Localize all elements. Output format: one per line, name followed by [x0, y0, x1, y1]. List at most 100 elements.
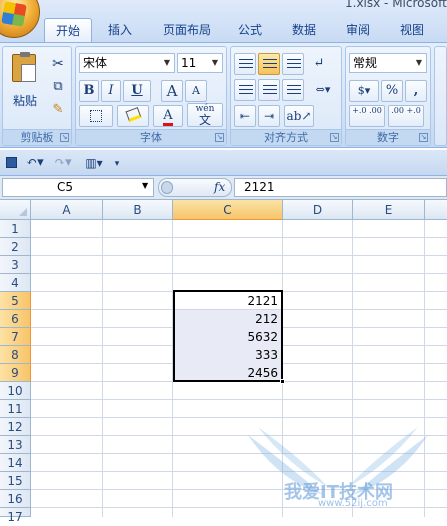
font-color-button[interactable]: A — [153, 105, 183, 127]
italic-button[interactable]: I — [101, 80, 121, 102]
column-header-d[interactable]: D — [283, 200, 353, 220]
accounting-format-button[interactable]: $▾ — [349, 80, 379, 102]
cut-button[interactable]: ✂ — [48, 53, 68, 75]
column-header-b[interactable]: B — [103, 200, 173, 220]
watermark-url: www.52ij.com — [318, 498, 388, 509]
row-header-9[interactable]: 9 — [0, 364, 31, 382]
row-header-12[interactable]: 12 — [0, 418, 31, 436]
orientation-icon: ab↗ — [286, 109, 312, 123]
tab-home[interactable]: 开始 — [44, 18, 92, 42]
align-right-button[interactable] — [282, 79, 304, 101]
floppy-disk-icon — [5, 157, 17, 168]
align-top-icon — [239, 59, 253, 71]
phonetic-guide-button[interactable]: wén 文 — [187, 103, 223, 127]
decrease-indent-button[interactable]: ⇤ — [234, 105, 256, 127]
customize-qat-button[interactable]: ▾ — [110, 152, 124, 174]
font-size-value: 11 — [181, 56, 197, 70]
font-size-select[interactable]: 11 ▼ — [177, 53, 223, 73]
gridline — [31, 399, 447, 400]
column-header-a[interactable]: A — [31, 200, 103, 220]
align-center-icon — [263, 85, 277, 97]
borders-button[interactable] — [79, 105, 113, 127]
tab-formulas[interactable]: 公式 — [228, 18, 272, 42]
format-painter-button[interactable]: ✎ — [48, 99, 68, 121]
redo-button[interactable]: ↷▾ — [50, 152, 76, 174]
chart-icon: ▥▾ — [85, 156, 103, 170]
tab-insert[interactable]: 插入 — [98, 18, 142, 42]
name-box[interactable]: C5 — [2, 178, 154, 197]
fill-color-button[interactable] — [117, 105, 149, 127]
row-header-14[interactable]: 14 — [0, 454, 31, 472]
wrap-text-button[interactable]: ↵ — [308, 53, 330, 75]
bold-button[interactable]: B — [79, 80, 99, 102]
tab-view[interactable]: 视图 — [390, 18, 434, 42]
row-header-4[interactable]: 4 — [0, 274, 31, 292]
grow-font-button[interactable]: A — [161, 80, 183, 102]
scissors-icon: ✂ — [52, 56, 64, 72]
copy-icon: ⧉ — [53, 79, 63, 94]
row-header-16[interactable]: 16 — [0, 490, 31, 508]
currency-icon: $▾ — [357, 84, 371, 97]
row-header-13[interactable]: 13 — [0, 436, 31, 454]
align-center-button[interactable] — [258, 79, 280, 101]
column-header-f[interactable] — [425, 200, 447, 220]
chevron-down-icon: ▼ — [415, 58, 423, 67]
alignment-launcher[interactable]: ↘ — [330, 133, 339, 142]
align-top-button[interactable] — [234, 53, 256, 75]
paste-button[interactable]: 粘贴 — [7, 50, 43, 112]
font-name-select[interactable]: 宋体 ▼ — [79, 53, 175, 73]
window-title: 1.xlsx - Microsoft — [345, 0, 447, 10]
row-header-6[interactable]: 6 — [0, 310, 31, 328]
comma-button[interactable]: , — [405, 80, 427, 102]
row-header-3[interactable]: 3 — [0, 256, 31, 274]
align-left-button[interactable] — [234, 79, 256, 101]
tab-review[interactable]: 审阅 — [336, 18, 380, 42]
save-button[interactable] — [2, 152, 20, 174]
increase-decimal-button[interactable]: +.0 .00 — [349, 105, 385, 127]
tab-data[interactable]: 数据 — [282, 18, 326, 42]
row-header-5[interactable]: 5 — [0, 292, 31, 310]
decrease-decimal-button[interactable]: .00 +.0 — [388, 105, 424, 127]
expand-handle-icon[interactable] — [161, 181, 173, 194]
select-all-corner[interactable] — [0, 200, 31, 220]
underline-button[interactable]: U — [123, 80, 151, 102]
row-header-8[interactable]: 8 — [0, 346, 31, 364]
chevron-down-icon[interactable]: ▼ — [142, 181, 148, 190]
column-header-c[interactable]: C — [173, 200, 283, 220]
row-header-1[interactable]: 1 — [0, 220, 31, 238]
gridline — [31, 255, 447, 256]
merge-icon: ⇔▾ — [315, 83, 331, 96]
office-button[interactable] — [0, 0, 40, 38]
formula-input[interactable]: 2121 — [234, 178, 447, 197]
align-bottom-button[interactable] — [282, 53, 304, 75]
clipboard-group: 粘贴 ✂ ⧉ ✎ 剪贴板 ↘ — [2, 46, 72, 146]
merge-center-button[interactable]: ⇔▾ — [308, 79, 338, 101]
font-launcher[interactable]: ↘ — [215, 133, 224, 142]
fill-handle[interactable] — [280, 379, 285, 384]
column-header-e[interactable]: E — [353, 200, 425, 220]
row-header-2[interactable]: 2 — [0, 238, 31, 256]
align-middle-button[interactable] — [258, 53, 280, 75]
orientation-button[interactable]: ab↗ — [284, 105, 314, 127]
wrap-text-icon: ↵ — [313, 56, 325, 71]
increase-indent-button[interactable]: ⇥ — [258, 105, 280, 127]
formula-bar: C5 ▼ fx 2121 — [0, 176, 447, 200]
tab-page-layout[interactable]: 页面布局 — [152, 18, 222, 42]
custom-macro-button[interactable]: ▥▾ — [80, 152, 108, 174]
row-header-15[interactable]: 15 — [0, 472, 31, 490]
align-middle-icon — [263, 59, 277, 71]
gridline — [31, 273, 447, 274]
row-header-11[interactable]: 11 — [0, 400, 31, 418]
number-launcher[interactable]: ↘ — [419, 133, 428, 142]
insert-function-area: fx — [158, 178, 232, 197]
shrink-font-button[interactable]: A — [185, 80, 207, 102]
clipboard-launcher[interactable]: ↘ — [60, 133, 69, 142]
undo-button[interactable]: ↶▾ — [22, 152, 48, 174]
number-format-select[interactable]: 常规 ▼ — [349, 53, 427, 73]
row-header-7[interactable]: 7 — [0, 328, 31, 346]
row-header-10[interactable]: 10 — [0, 382, 31, 400]
copy-button[interactable]: ⧉ — [48, 76, 68, 98]
percent-button[interactable]: % — [381, 80, 403, 102]
insert-function-button[interactable]: fx — [214, 179, 225, 196]
row-header-17[interactable]: 17 — [0, 508, 31, 524]
